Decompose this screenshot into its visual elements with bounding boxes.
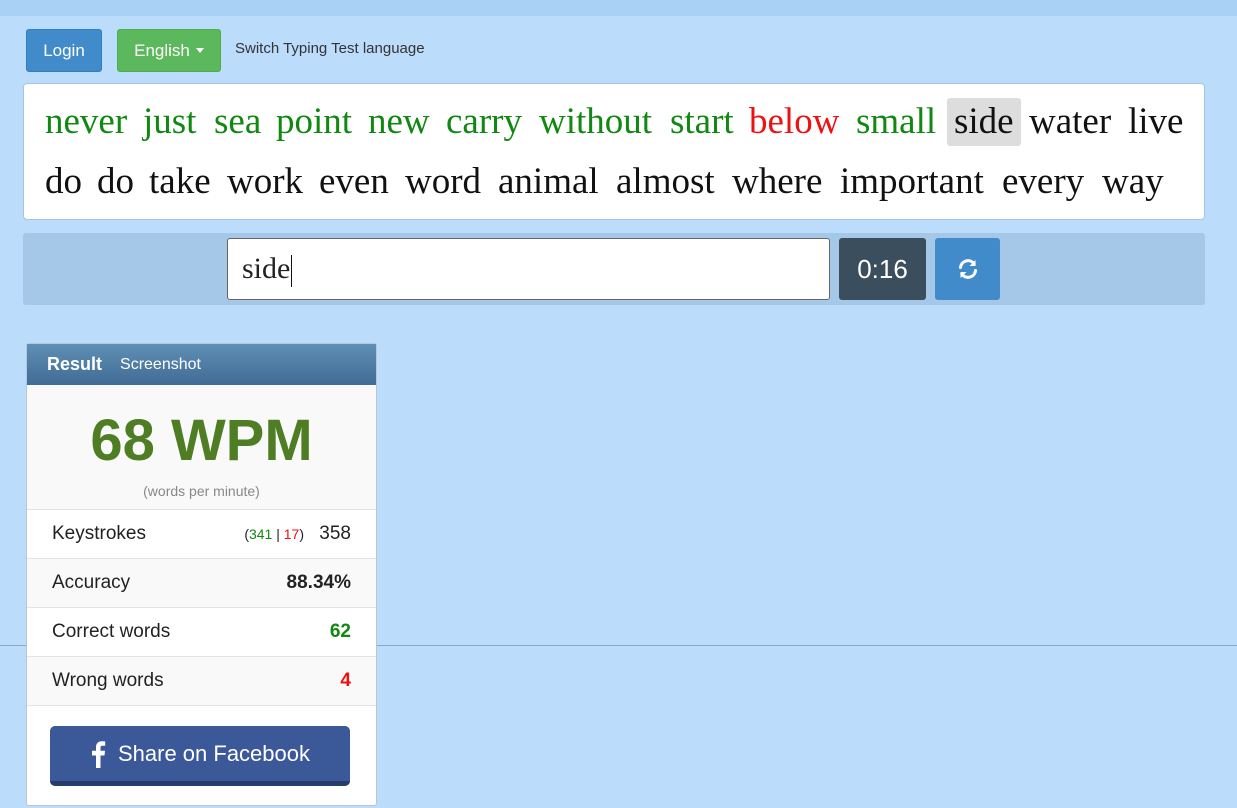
word: do — [97, 161, 134, 202]
word: work — [227, 161, 304, 202]
typing-input[interactable]: side — [227, 238, 830, 300]
result-tab[interactable]: Result — [47, 354, 102, 375]
word: water — [1029, 101, 1112, 142]
share-label: Share on Facebook — [117, 740, 311, 766]
word: just — [143, 101, 197, 142]
wpm-caption: (words per minute) — [143, 483, 260, 499]
word: never — [45, 101, 128, 142]
keystrokes-correct: 341 — [248, 526, 273, 542]
timer: 0:16 — [839, 238, 926, 300]
word: word — [405, 161, 482, 202]
word: important — [840, 161, 984, 202]
word: new — [368, 101, 430, 142]
accuracy-value: 88.34% — [286, 572, 351, 593]
screenshot-tab[interactable]: Screenshot — [120, 356, 201, 374]
correct-words-row: Correct words 62 — [27, 608, 376, 657]
accuracy-label: Accuracy — [52, 572, 131, 593]
correct-words-label: Correct words — [52, 621, 171, 642]
word: where — [732, 161, 823, 202]
wrong-words-label: Wrong words — [52, 670, 164, 691]
wrong-words-value: 4 — [340, 670, 351, 691]
keystrokes-wrong: 17 — [283, 526, 300, 542]
word: below — [749, 101, 840, 142]
facebook-icon — [91, 740, 106, 768]
word: live — [1128, 101, 1184, 142]
language-label: English — [134, 40, 190, 60]
word: every — [1002, 161, 1085, 202]
word-row-2: do do take work even word animal almost … — [24, 146, 1204, 206]
login-button[interactable]: Login — [26, 29, 102, 72]
keystrokes-breakdown: (341 | 17) — [244, 526, 304, 542]
word: small — [856, 101, 937, 142]
switch-language-label: Switch Typing Test language — [235, 40, 425, 57]
word: do — [45, 161, 82, 202]
keystrokes-label: Keystrokes — [52, 523, 146, 544]
keystrokes-separator: | — [276, 526, 280, 542]
keystrokes-paren-close: ) — [299, 526, 305, 542]
correct-words-value: 62 — [329, 621, 351, 642]
result-panel: Result Screenshot 68 WPM (words per minu… — [26, 343, 377, 806]
share-facebook-button[interactable]: Share on Facebook — [50, 726, 350, 786]
wpm-value: 68 WPM — [90, 408, 313, 473]
reload-button[interactable] — [935, 238, 1000, 300]
keystrokes-values: (341 | 17) 358 — [244, 523, 351, 545]
word: start — [670, 101, 734, 142]
word: without — [539, 101, 653, 142]
word: take — [149, 161, 211, 202]
keystrokes-total: 358 — [319, 523, 351, 544]
word: even — [319, 161, 389, 202]
top-strip — [0, 0, 1237, 16]
text-cursor — [291, 255, 293, 288]
language-dropdown-button[interactable]: English — [117, 29, 221, 72]
refresh-icon — [958, 259, 977, 279]
result-header: Result Screenshot — [27, 344, 376, 385]
words-display: never just sea point new carry without s… — [23, 83, 1205, 220]
word: point — [276, 101, 353, 142]
word: almost — [616, 161, 715, 202]
accuracy-row: Accuracy 88.34% — [27, 559, 376, 608]
typing-input-value: side — [242, 252, 291, 285]
word: animal — [498, 161, 599, 202]
word: carry — [446, 101, 522, 142]
keystrokes-row: Keystrokes (341 | 17) 358 — [27, 510, 376, 559]
caret-down-icon — [195, 48, 204, 53]
wpm-box: 68 WPM (words per minute) — [27, 385, 376, 510]
word: way — [1102, 161, 1164, 202]
word: sea — [214, 101, 262, 142]
word-row-1: never just sea point new carry without s… — [24, 86, 1204, 146]
word-current: side — [947, 98, 1021, 146]
wrong-words-row: Wrong words 4 — [27, 657, 376, 706]
